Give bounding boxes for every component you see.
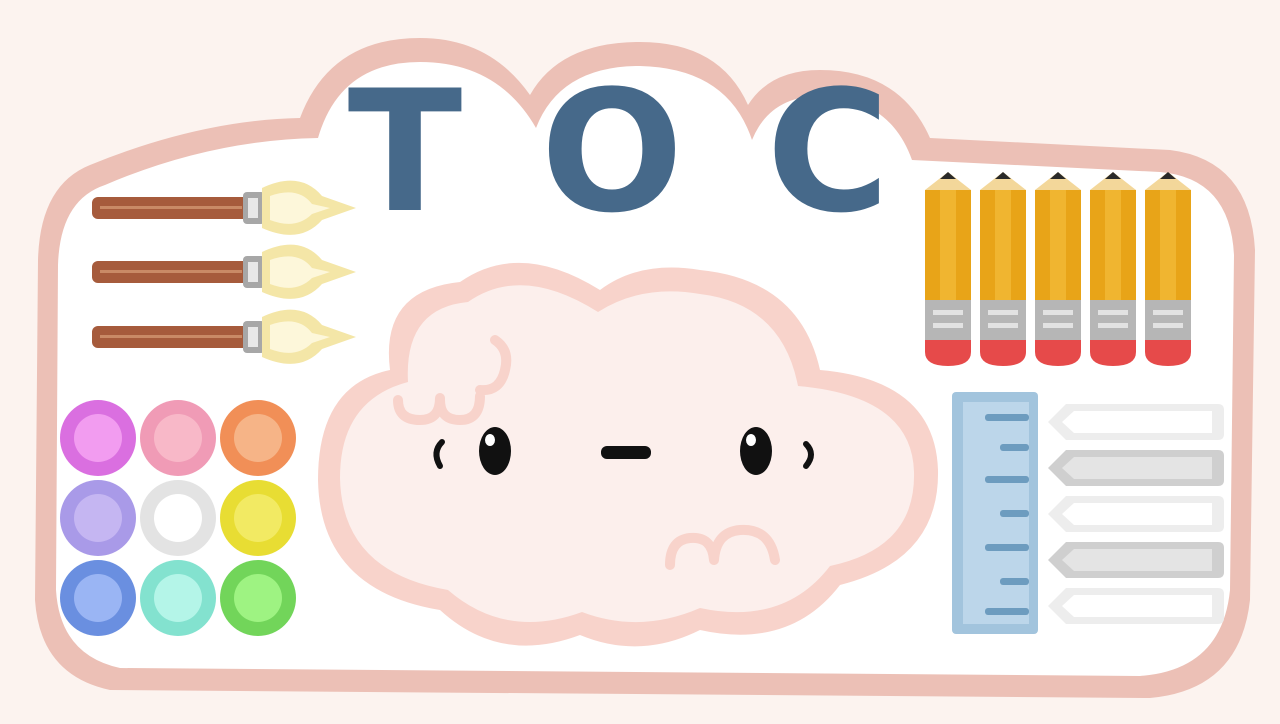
mouth — [601, 446, 651, 459]
swatch-lavender — [60, 480, 136, 556]
pencil-icon — [925, 172, 971, 366]
brushes — [92, 180, 356, 364]
left-eye — [479, 427, 511, 475]
chalk-stick — [1048, 404, 1224, 440]
paint-swatches — [60, 400, 296, 636]
swatch-orange — [220, 400, 296, 476]
ruler-mark — [985, 544, 1029, 551]
pencil-icon — [980, 172, 1026, 366]
title-letter-t: T — [348, 54, 463, 250]
scene: T O C — [0, 0, 1280, 720]
scene-svg: T O C — [35, 38, 1255, 698]
ruler-mark — [985, 414, 1029, 421]
chalk-stick — [1048, 588, 1224, 624]
swatch-yellow — [220, 480, 296, 556]
ruler-mark — [1000, 578, 1029, 585]
swatch-green — [220, 560, 296, 636]
swatch-pink — [140, 400, 216, 476]
swatch-mint — [140, 560, 216, 636]
chalk-sticks — [1048, 404, 1224, 624]
swatch-blue — [60, 560, 136, 636]
ruler-mark — [985, 608, 1029, 615]
swatch-magenta — [60, 400, 136, 476]
title-letter-c: C — [766, 54, 889, 250]
pencils — [925, 172, 1191, 366]
ruler-icon — [952, 392, 1038, 634]
ruler-mark — [985, 476, 1029, 483]
pencil-icon — [1145, 172, 1191, 366]
pencil-icon — [1090, 172, 1136, 366]
chalk-stick — [1048, 496, 1224, 532]
chalk-stick — [1048, 542, 1224, 578]
pencil-icon — [1035, 172, 1081, 366]
ruler-mark — [1000, 510, 1029, 517]
ruler-mark — [1000, 444, 1029, 451]
chalk-stick — [1048, 450, 1224, 486]
right-eye — [740, 427, 772, 475]
title-letter-o: O — [541, 54, 684, 250]
swatch-white — [140, 480, 216, 556]
